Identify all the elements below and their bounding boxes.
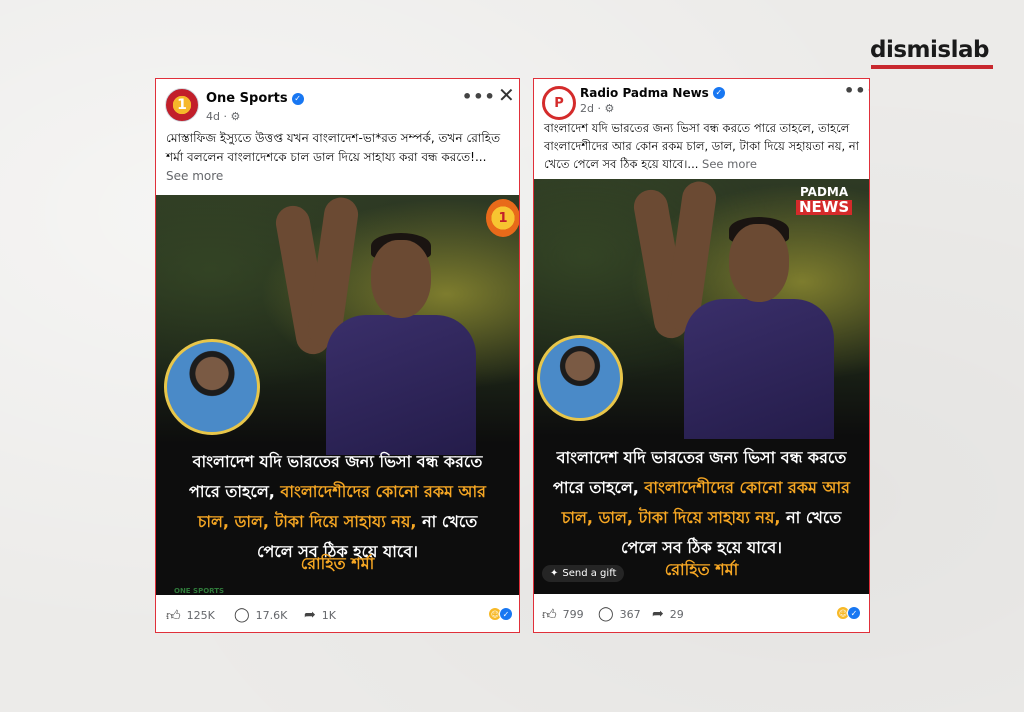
- player-head: [729, 224, 789, 302]
- gift-label: Send a gift: [562, 568, 617, 579]
- verified-badge-icon: ✓: [291, 92, 304, 105]
- comment-bubble-icon: ◯: [598, 606, 614, 622]
- post-caption: বাংলাদেশ যদি ভারতের জন্য ভিসা বন্ধ করতে …: [534, 119, 869, 179]
- post-timestamp[interactable]: 2d · ⚙: [580, 102, 614, 115]
- watermark: ONE SPORTS: [174, 587, 225, 595]
- thumbs-up-icon: 👍︎: [542, 607, 557, 623]
- more-dots-icon[interactable]: •••: [462, 87, 496, 106]
- post-image[interactable]: PADMA NEWS বাংলাদেশ যদি ভারতের জন্য ভিসা…: [534, 179, 869, 594]
- padma-news-logo: PADMA NEWS: [796, 185, 853, 215]
- page-avatar[interactable]: P: [542, 86, 576, 120]
- player-jersey: [326, 315, 476, 455]
- image-quote-text: বাংলাদেশ যদি ভারতের জন্য ভিসা বন্ধ করতে …: [534, 443, 869, 563]
- like-reaction-icon: ✓: [847, 606, 861, 620]
- player-photo: [273, 195, 476, 455]
- reactions-summary[interactable]: ☺ ✓: [836, 606, 861, 620]
- brand-name: dismislab: [870, 37, 989, 63]
- share-arrow-icon: ➦: [652, 606, 664, 622]
- more-dots-icon[interactable]: •••: [844, 81, 869, 100]
- inset-portrait: [537, 335, 623, 421]
- like-count: 799: [562, 608, 584, 621]
- see-more-link[interactable]: See more: [702, 157, 757, 171]
- inset-portrait: [164, 339, 260, 435]
- see-more-link[interactable]: See more: [166, 169, 223, 183]
- quote-signature: রোহিত শর্মা: [300, 554, 375, 573]
- player-head: [371, 240, 431, 318]
- page-name-link[interactable]: One Sports ✓: [206, 91, 304, 106]
- image-quote-text: বাংলাদেশ যদি ভারতের জন্য ভিসা বন্ধ করতে …: [156, 447, 519, 567]
- verified-badge-icon: ✓: [712, 87, 725, 99]
- like-button[interactable]: 👍︎ 799: [542, 606, 584, 623]
- page-name[interactable]: Radio Padma News: [580, 86, 709, 100]
- comment-bubble-icon: ◯: [234, 607, 250, 623]
- action-bar: 👍︎ 125K ◯ 17.6K ➦ 1K ☺ ✓: [156, 595, 519, 632]
- like-reaction-icon: ✓: [499, 607, 513, 621]
- gift-icon: ✦: [550, 568, 559, 579]
- share-arrow-icon: ➦: [304, 607, 316, 623]
- like-count: 125K: [186, 609, 215, 622]
- page-name-link[interactable]: Radio Padma News ✓: [580, 86, 725, 100]
- player-photo: [631, 179, 834, 439]
- post-image[interactable]: 1 বাংলাদেশ যদি ভারতের জন্য ভিসা বন্ধ করত…: [156, 195, 519, 595]
- comment-button[interactable]: ◯ 17.6K: [234, 607, 287, 623]
- share-count: 1K: [321, 608, 336, 622]
- logo-line-2: NEWS: [796, 200, 853, 215]
- close-icon[interactable]: ✕: [498, 83, 515, 107]
- player-jersey: [684, 299, 834, 439]
- post-caption: মোস্তাফিজ ইস্যুতে উত্তপ্ত যখন বাংলাদেশ-ভ…: [156, 125, 519, 195]
- thumbs-up-icon: 👍︎: [166, 608, 181, 624]
- one-sports-badge: 1: [486, 199, 519, 237]
- comment-button[interactable]: ◯ 367: [598, 606, 641, 622]
- post-timestamp[interactable]: 4d · ⚙: [206, 110, 240, 123]
- brand-logo: dismislab: [870, 36, 994, 72]
- comment-count: 367: [619, 607, 641, 621]
- comment-count: 17.6K: [255, 608, 288, 622]
- brand-underline: [871, 65, 993, 69]
- share-button[interactable]: ➦ 29: [652, 606, 684, 622]
- facebook-post: P Radio Padma News ✓ 2d · ⚙ ••• বাংলাদেশ…: [533, 78, 870, 633]
- reactions-summary[interactable]: ☺ ✓: [488, 607, 513, 621]
- share-button[interactable]: ➦ 1K: [304, 607, 336, 623]
- action-bar: 👍︎ 799 ◯ 367 ➦ 29 ☺ ✓: [534, 594, 869, 632]
- post-header: 1 One Sports ✓ 4d · ⚙ ••• ✕: [156, 79, 519, 125]
- share-count: 29: [669, 607, 684, 621]
- page-name[interactable]: One Sports: [206, 91, 288, 106]
- facebook-post: 1 One Sports ✓ 4d · ⚙ ••• ✕ মোস্তাফিজ ইস…: [155, 78, 520, 633]
- caption-text: মোস্তাফিজ ইস্যুতে উত্তপ্ত যখন বাংলাদেশ-ভ…: [166, 131, 501, 164]
- send-gift-button[interactable]: ✦ Send a gift: [542, 565, 625, 582]
- page-avatar[interactable]: 1: [165, 88, 199, 122]
- like-button[interactable]: 👍︎ 125K: [166, 607, 215, 624]
